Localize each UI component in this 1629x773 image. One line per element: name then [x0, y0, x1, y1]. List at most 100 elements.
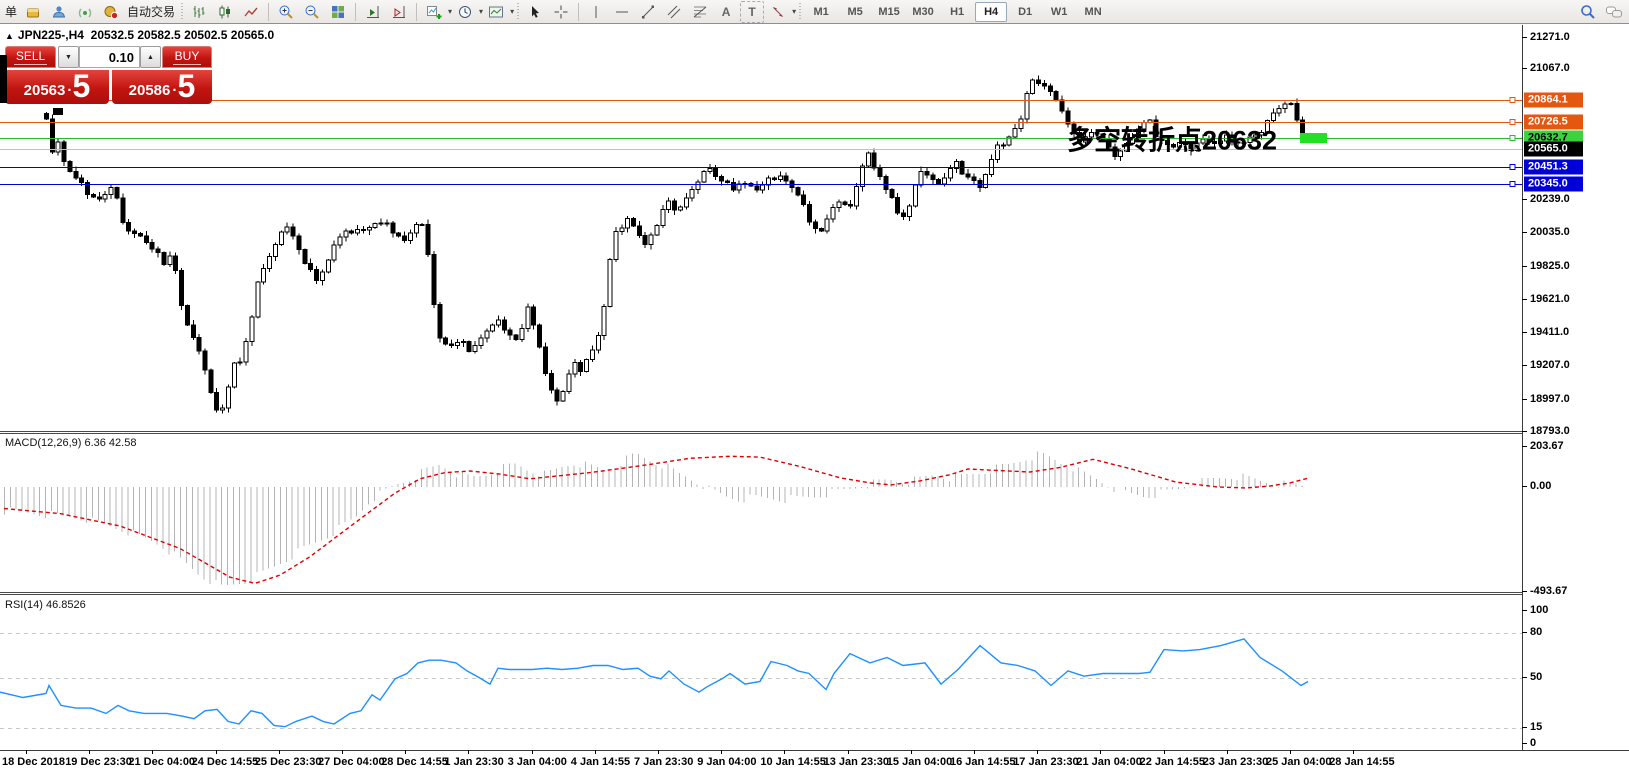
timeframe-group: M1M5M15M30H1H4D1W1MN: [804, 2, 1110, 22]
timeframe-m30[interactable]: M30: [907, 2, 939, 22]
magnifier-minus-icon: [304, 4, 320, 20]
level-line-anchor[interactable]: [1510, 165, 1515, 170]
speech-bubbles-icon: [1605, 4, 1623, 20]
autotrading-label[interactable]: 自动交易: [124, 3, 178, 20]
axis-tick-mark: [1522, 365, 1527, 366]
label-tool-icon[interactable]: T: [740, 1, 764, 23]
market-icon[interactable]: [21, 1, 45, 23]
axis-tick-label: 80: [1530, 626, 1542, 638]
toolbar-separator: [578, 3, 579, 21]
new-order-label[interactable]: 单: [2, 3, 20, 20]
axis-tick-mark: [1522, 632, 1527, 633]
time-axis-tick: [1353, 750, 1354, 754]
timeframe-h1[interactable]: H1: [941, 2, 973, 22]
timeframe-dropdown-arrow[interactable]: ▾: [479, 7, 483, 16]
signals-icon[interactable]: [73, 1, 97, 23]
timeframe-m1[interactable]: M1: [805, 2, 837, 22]
channel-icon[interactable]: [662, 1, 686, 23]
time-axis-tick: [911, 750, 912, 754]
auto-scroll-icon[interactable]: [361, 1, 385, 23]
chart-annotation-text[interactable]: 多空转折点20632: [1067, 119, 1277, 158]
axis-tick-mark: [1522, 591, 1527, 592]
level-line-anchor[interactable]: [1510, 98, 1515, 103]
volume-increase-button[interactable]: ▲: [140, 46, 161, 68]
axis-tick-label: 20239.0: [1530, 193, 1570, 205]
highlight-rectangle[interactable]: [1300, 133, 1327, 143]
indicator-dropdown-arrow[interactable]: ▾: [448, 7, 452, 16]
search-icon[interactable]: [1576, 1, 1600, 23]
price-level-tag: 20345.0: [1524, 177, 1583, 192]
docked-panel-edge: [0, 55, 7, 103]
crosshair-icon[interactable]: [549, 1, 573, 23]
macd-indicator-panel[interactable]: [0, 433, 1522, 593]
timeframe-clock-icon[interactable]: [453, 1, 477, 23]
vertical-line-icon[interactable]: [584, 1, 608, 23]
price-chart-panel[interactable]: [0, 25, 1522, 432]
time-axis-tick: [1164, 750, 1165, 754]
toolbar-grip: [181, 3, 183, 21]
bar-chart-icon[interactable]: [187, 1, 211, 23]
time-axis-tick: [152, 750, 153, 754]
zoom-out-icon[interactable]: [300, 1, 324, 23]
rsi-label: RSI(14) 46.8526: [5, 599, 86, 611]
axis-tick-label: 18793.0: [1530, 425, 1570, 437]
template-dropdown-arrow[interactable]: ▾: [510, 7, 514, 16]
template-icon[interactable]: [484, 1, 508, 23]
trade-panel-collapse-handle[interactable]: [53, 108, 63, 115]
fibonacci-icon[interactable]: [688, 1, 712, 23]
sell-price-dot: .: [67, 74, 71, 100]
cursor-icon[interactable]: [523, 1, 547, 23]
add-indicator-icon[interactable]: [422, 1, 446, 23]
time-axis-label: 18 Dec 2018: [2, 756, 65, 768]
price-level-tag: 20451.3: [1524, 160, 1583, 175]
buy-price-display[interactable]: 20586.5: [112, 70, 212, 104]
rsi-line: [0, 639, 1308, 727]
time-axis-label: 22 Jan 14:55: [1140, 756, 1205, 768]
timeframe-w1[interactable]: W1: [1043, 2, 1075, 22]
axis-tick-label: 19621.0: [1530, 293, 1570, 305]
mt4-window: 单 自动交易: [0, 0, 1629, 773]
line-chart-icon[interactable]: [239, 1, 263, 23]
symbol-period-label: JPN225-,H4: [18, 28, 84, 42]
candlestick-icon[interactable]: [213, 1, 237, 23]
zoom-in-icon[interactable]: [274, 1, 298, 23]
level-line-anchor[interactable]: [1510, 136, 1515, 141]
arrows-dropdown-arrow[interactable]: ▾: [792, 7, 796, 16]
toolbar-separator: [268, 3, 269, 21]
buy-button[interactable]: BUY: [162, 46, 212, 68]
person-icon: [51, 4, 67, 20]
text-tool-icon[interactable]: A: [714, 1, 738, 23]
volume-input[interactable]: [79, 46, 140, 68]
trendline-icon[interactable]: [636, 1, 660, 23]
chart-shift-icon[interactable]: [387, 1, 411, 23]
sell-button[interactable]: SELL: [5, 46, 56, 68]
time-axis-tick: [784, 750, 785, 754]
timeframe-m5[interactable]: M5: [839, 2, 871, 22]
axis-tick-mark: [1522, 399, 1527, 400]
chat-icon[interactable]: [1602, 1, 1626, 23]
equidistant-channel-icon: [666, 4, 682, 20]
price-axis-divider: [1522, 25, 1523, 750]
time-axis-tick: [1290, 750, 1291, 754]
level-line-anchor[interactable]: [1510, 182, 1515, 187]
timeframe-m15[interactable]: M15: [873, 2, 905, 22]
arrows-tool-icon[interactable]: [766, 1, 790, 23]
timeframe-h4[interactable]: H4: [975, 2, 1007, 22]
volume-decrease-button[interactable]: ▼: [58, 46, 79, 68]
timeframe-mn[interactable]: MN: [1077, 2, 1109, 22]
profile-icon[interactable]: [47, 1, 71, 23]
time-axis-tick: [1100, 750, 1101, 754]
sell-price-display[interactable]: 20563.5: [5, 70, 109, 104]
axis-tick-label: 100: [1530, 604, 1548, 616]
horizontal-line-icon[interactable]: [610, 1, 634, 23]
time-axis-tick: [658, 750, 659, 754]
rsi-indicator-panel[interactable]: [0, 594, 1522, 751]
autotrading-icon[interactable]: [99, 1, 123, 23]
indicator-plus-icon: [426, 4, 442, 20]
chart-template-icon: [488, 4, 504, 20]
axis-tick-mark: [1522, 486, 1527, 487]
level-line-anchor[interactable]: [1510, 120, 1515, 125]
polyline-icon: [243, 4, 259, 20]
tile-windows-icon[interactable]: [326, 1, 350, 23]
timeframe-d1[interactable]: D1: [1009, 2, 1041, 22]
